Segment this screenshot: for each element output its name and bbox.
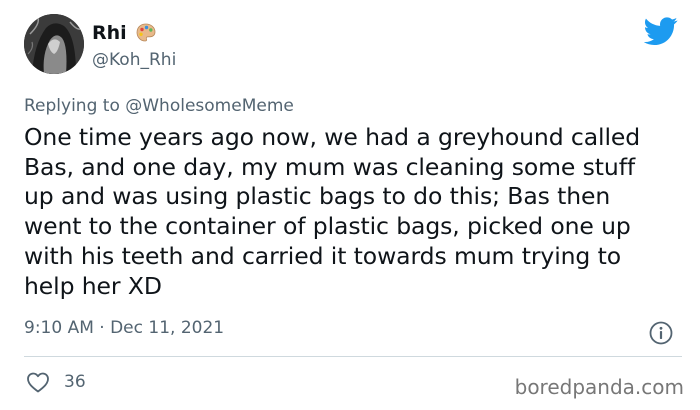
twitter-bird-icon[interactable] [643, 14, 678, 48]
avatar[interactable] [24, 14, 84, 74]
tweet-text: One time years ago now, we had a greyhou… [24, 123, 641, 300]
reply-mention-link[interactable]: @WholesomeMeme [125, 96, 294, 116]
divider [24, 356, 682, 357]
author-name-row: Rhi [92, 22, 157, 44]
avatar-image [24, 14, 84, 74]
replying-to-line: Replying to @WholesomeMeme [24, 96, 294, 116]
like-count: 36 [64, 372, 86, 392]
replying-to-label: Replying to [24, 96, 120, 116]
watermark: boredpanda.com [514, 375, 684, 399]
author-name[interactable]: Rhi [92, 22, 127, 44]
tweet-timestamp[interactable]: 9:10 AM · Dec 11, 2021 [24, 318, 224, 338]
author-handle[interactable]: @Koh_Rhi [92, 50, 176, 70]
like-button[interactable]: 36 [26, 371, 86, 393]
artist-palette-icon [135, 22, 157, 44]
info-icon[interactable] [648, 320, 674, 346]
heart-icon [26, 371, 50, 393]
